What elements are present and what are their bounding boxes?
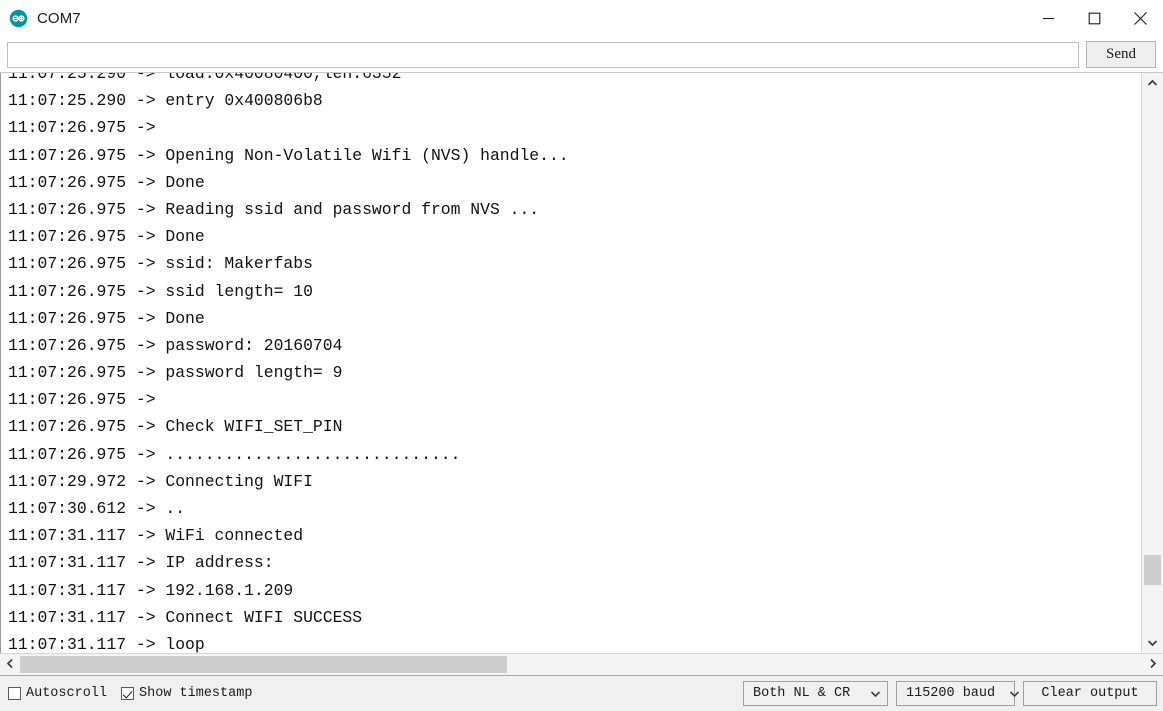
close-button[interactable] <box>1117 0 1163 36</box>
line-ending-dropdown[interactable]: Both NL & CR <box>743 681 888 706</box>
scroll-down-button[interactable] <box>1142 633 1163 653</box>
maximize-button[interactable] <box>1071 0 1117 36</box>
minimize-icon <box>1042 12 1055 25</box>
arduino-infinity-logo-icon <box>9 9 28 28</box>
console-line: 11:07:26.975 -> Check WIFI_SET_PIN <box>8 417 343 437</box>
console-line: 11:07:26.975 -> ssid: Makerfabs <box>8 254 313 274</box>
console-line: 11:07:25.290 -> load:0x40080400,len:6352 <box>8 73 402 83</box>
console-line: 11:07:26.975 -> Done <box>8 172 205 192</box>
title-bar: COM7 <box>0 0 1163 37</box>
maximize-icon <box>1088 12 1101 25</box>
console-line: 11:07:31.117 -> WiFi connected <box>8 526 304 546</box>
console-text: 11:07:25.290 -> load:0x40080400,len:6352… <box>1 73 569 653</box>
title-bar-left: COM7 <box>0 9 81 28</box>
vertical-scrollbar[interactable] <box>1141 73 1163 653</box>
console-line: 11:07:26.975 -> Reading ssid and passwor… <box>8 199 540 219</box>
show-timestamp-label: Show timestamp <box>139 686 253 701</box>
console-area: 11:07:25.290 -> load:0x40080400,len:6352… <box>0 72 1163 653</box>
console-line: 11:07:26.975 -> <box>8 118 166 138</box>
baud-rate-dropdown[interactable]: 115200 baud <box>896 681 1020 706</box>
horizontal-scroll-track[interactable] <box>20 654 1143 675</box>
chevron-right-icon <box>1149 656 1157 674</box>
status-bar-right: Both NL & CR 115200 baud Clear output <box>743 681 1157 706</box>
chevron-down-icon <box>1009 690 1020 698</box>
chevron-down-icon <box>870 690 881 698</box>
line-ending-value: Both NL & CR <box>753 686 851 701</box>
autoscroll-checkbox[interactable] <box>8 687 21 700</box>
console-line: 11:07:31.117 -> IP address: <box>8 553 274 573</box>
autoscroll-control[interactable]: Autoscroll <box>8 686 107 701</box>
window-title: COM7 <box>37 9 81 27</box>
autoscroll-label: Autoscroll <box>26 686 108 701</box>
console-line: 11:07:26.975 -> ssid length= 10 <box>8 281 313 301</box>
chevron-left-icon <box>6 656 14 674</box>
chevron-up-icon <box>1147 74 1158 92</box>
serial-output-console[interactable]: 11:07:25.290 -> load:0x40080400,len:6352… <box>0 73 1141 653</box>
status-bar: Autoscroll Show timestamp Both NL & CR 1… <box>0 675 1163 711</box>
console-line: 11:07:26.975 -> Done <box>8 308 205 328</box>
console-line: 11:07:31.117 -> 192.168.1.209 <box>8 580 294 600</box>
serial-send-input[interactable] <box>7 41 1079 68</box>
console-line: 11:07:25.290 -> entry 0x400806b8 <box>8 91 323 111</box>
minimize-button[interactable] <box>1025 0 1071 36</box>
console-line: 11:07:26.975 -> ........................… <box>8 444 461 464</box>
console-line: 11:07:31.117 -> loop <box>8 634 205 653</box>
vertical-scroll-thumb[interactable] <box>1144 555 1161 585</box>
clear-output-button[interactable]: Clear output <box>1023 681 1157 706</box>
horizontal-scrollbar[interactable] <box>0 653 1163 675</box>
console-line: 11:07:31.117 -> Connect WIFI SUCCESS <box>8 607 363 627</box>
chevron-down-icon <box>1147 634 1158 652</box>
console-line: 11:07:26.975 -> password: 20160704 <box>8 335 343 355</box>
scroll-up-button[interactable] <box>1142 73 1163 93</box>
send-button[interactable]: Send <box>1086 41 1156 68</box>
show-timestamp-control[interactable]: Show timestamp <box>121 686 252 701</box>
send-row: Send <box>0 37 1163 72</box>
console-line: 11:07:30.612 -> .. <box>8 499 186 518</box>
scroll-left-button[interactable] <box>0 654 20 675</box>
console-line: 11:07:29.972 -> Connecting WIFI <box>8 471 313 491</box>
console-line: 11:07:26.975 -> <box>8 390 166 410</box>
console-line: 11:07:26.975 -> Done <box>8 227 205 247</box>
close-icon <box>1133 11 1148 26</box>
window-controls <box>1025 0 1163 36</box>
console-line: 11:07:26.975 -> Opening Non-Volatile Wif… <box>8 145 569 165</box>
console-line: 11:07:26.975 -> password length= 9 <box>8 363 343 383</box>
show-timestamp-checkbox[interactable] <box>121 687 135 700</box>
baud-rate-value: 115200 baud <box>906 686 996 701</box>
horizontal-scroll-thumb[interactable] <box>20 656 507 673</box>
scroll-right-button[interactable] <box>1143 654 1163 675</box>
serial-monitor-window: COM7 Send 11:07:25.290 -> load:0x4008040… <box>0 0 1163 711</box>
vertical-scroll-track[interactable] <box>1142 93 1163 633</box>
